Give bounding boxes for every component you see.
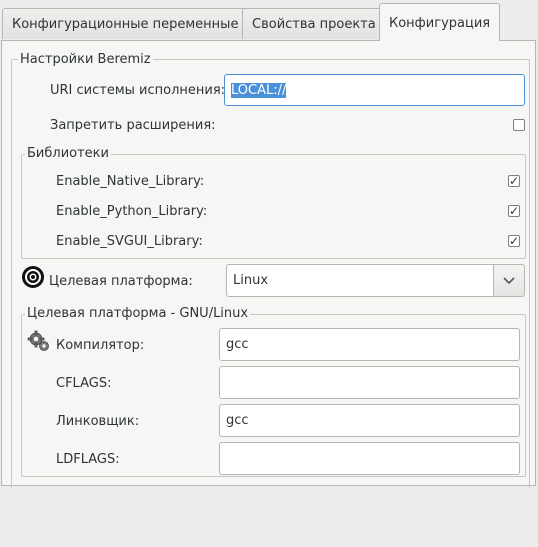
cflags-label: CFLAGS:: [56, 376, 112, 391]
beremiz-settings-legend: Настройки Beremiz: [18, 52, 153, 68]
tab-project-properties[interactable]: Свойства проекта: [242, 8, 386, 39]
python-library-label: Enable_Python_Library:: [56, 204, 208, 219]
target-platform-label: Целевая платформа:: [49, 274, 193, 289]
native-library-checkbox[interactable]: ✓: [508, 175, 520, 187]
compiler-label: Компилятор:: [56, 338, 145, 353]
svgui-library-checkbox[interactable]: ✓: [508, 235, 520, 247]
configuration-panel: Настройки Beremiz Настройки Beremiz URI …: [1, 40, 536, 489]
uri-input[interactable]: LOCAL://: [224, 74, 525, 106]
cflags-input[interactable]: [219, 366, 520, 399]
svgui-library-label: Enable_SVGUI_Library:: [56, 234, 203, 249]
tab-config-variables[interactable]: Конфигурационные переменные: [2, 8, 249, 39]
chevron-down-icon: [503, 277, 515, 285]
tab-bar: Конфигурационные переменные Свойства про…: [0, 0, 538, 41]
tab-configuration[interactable]: Конфигурация: [379, 3, 501, 41]
gears-icon: [27, 329, 51, 353]
gnu-linux-title: Целевая платформа - GNU/Linux: [25, 306, 251, 322]
disable-extensions-label: Запретить расширения:: [50, 118, 216, 133]
linker-label: Линковщик:: [56, 414, 140, 429]
python-library-checkbox[interactable]: ✓: [508, 205, 520, 217]
libraries-title: Библиотеки: [25, 146, 111, 162]
linker-input[interactable]: gcc: [219, 404, 520, 437]
disable-extensions-checkbox[interactable]: [513, 119, 525, 131]
target-platform-select[interactable]: Linux: [226, 264, 494, 297]
ldflags-input[interactable]: [219, 442, 520, 475]
uri-label: URI системы исполнения:: [50, 83, 226, 98]
native-library-label: Enable_Native_Library:: [56, 174, 205, 189]
ldflags-label: LDFLAGS:: [56, 452, 120, 467]
target-icon: [21, 265, 45, 289]
compiler-input[interactable]: gcc: [219, 328, 520, 361]
uri-input-value: LOCAL://: [231, 83, 287, 98]
target-platform-dropdown-button[interactable]: [494, 264, 525, 297]
